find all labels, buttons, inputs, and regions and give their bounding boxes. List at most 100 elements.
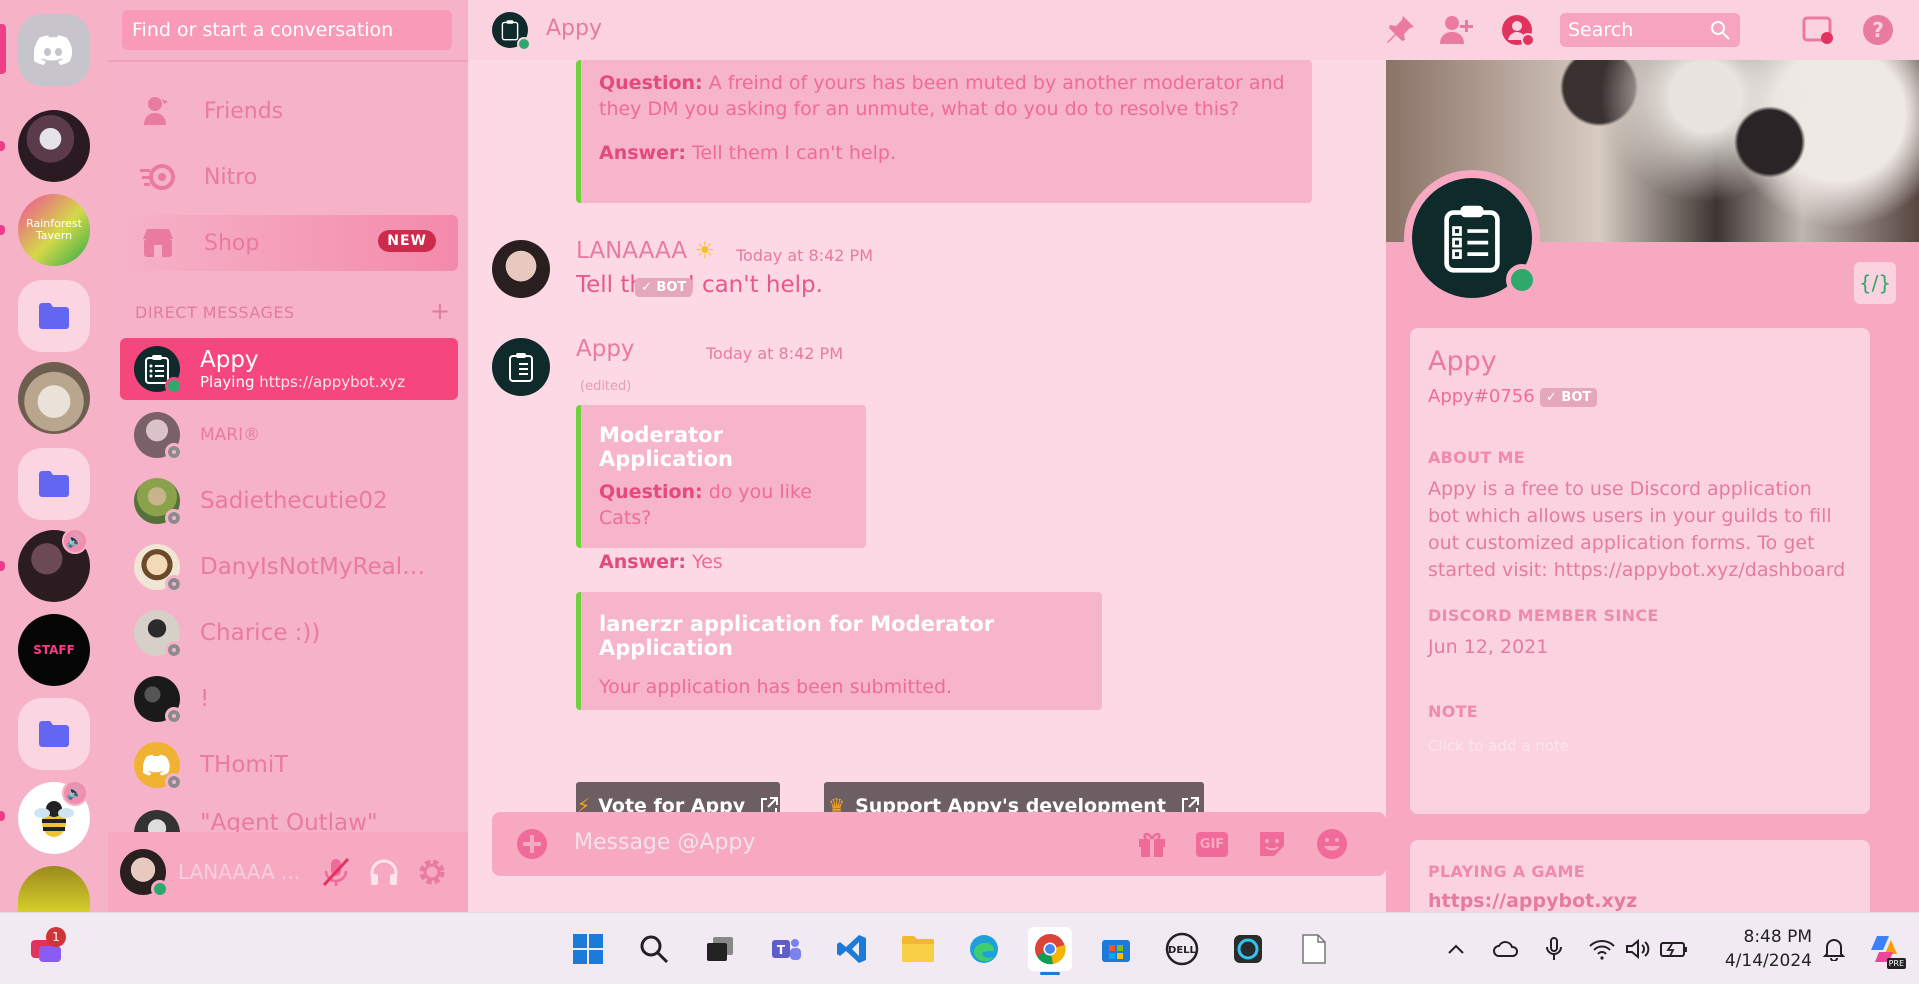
pin-icon[interactable] bbox=[1380, 10, 1420, 50]
avatar bbox=[134, 544, 183, 593]
help-icon[interactable]: ? bbox=[1858, 10, 1898, 50]
server-icon[interactable] bbox=[18, 866, 90, 912]
mute-mic-icon[interactable] bbox=[320, 856, 352, 888]
user-avatar[interactable] bbox=[120, 849, 169, 898]
clock-time: 8:48 PM bbox=[1743, 927, 1813, 947]
sticker-icon[interactable] bbox=[1254, 826, 1290, 862]
nav-label: Friends bbox=[204, 98, 284, 124]
message-input[interactable]: Message @Appy bbox=[574, 830, 755, 855]
avatar bbox=[134, 742, 183, 791]
notification-bell-icon[interactable] bbox=[1816, 927, 1852, 971]
dm-name: MARI® bbox=[200, 425, 261, 445]
message-author[interactable]: LANAAAA ☀ bbox=[576, 238, 715, 264]
settings-gear-icon[interactable] bbox=[416, 856, 448, 888]
answer-text: Yes bbox=[692, 551, 723, 573]
blank-file-icon[interactable] bbox=[1292, 927, 1336, 971]
discord-default-avatar-icon bbox=[143, 754, 170, 776]
headphones-icon[interactable] bbox=[368, 856, 400, 888]
create-dm-plus-icon[interactable]: + bbox=[430, 297, 450, 325]
vscode-icon[interactable] bbox=[830, 927, 874, 971]
bot-badge: ✓ BOT bbox=[635, 278, 693, 297]
previous-embed: Question: A freind of yours has been mut… bbox=[576, 60, 1312, 203]
shop-icon bbox=[138, 225, 178, 261]
status-offline-dot bbox=[165, 443, 183, 461]
battery-icon[interactable] bbox=[1656, 927, 1692, 971]
start-windows-icon[interactable] bbox=[566, 927, 610, 971]
server-icon[interactable] bbox=[18, 362, 90, 434]
server-folder[interactable] bbox=[18, 698, 90, 770]
file-explorer-icon[interactable] bbox=[896, 927, 940, 971]
user-profile-icon[interactable] bbox=[1498, 10, 1538, 50]
inbox-icon[interactable] bbox=[1798, 10, 1838, 50]
onedrive-cloud-icon[interactable] bbox=[1488, 927, 1524, 971]
search-icon bbox=[1711, 21, 1730, 40]
teams-icon[interactable]: T bbox=[764, 927, 808, 971]
conversation-search-input[interactable]: Find or start a conversation bbox=[122, 10, 452, 50]
profile-info-card: Appy Appy#0756 ✓ BOT ABOUT ME Appy is a … bbox=[1410, 328, 1870, 814]
avatar bbox=[134, 412, 183, 461]
server-folder[interactable] bbox=[18, 280, 90, 352]
message-avatar[interactable] bbox=[492, 338, 550, 396]
gift-icon[interactable] bbox=[1134, 826, 1170, 862]
nav-nitro[interactable]: Nitro bbox=[120, 149, 458, 205]
message-avatar[interactable] bbox=[492, 240, 550, 298]
activity-prefix: Playing bbox=[200, 373, 260, 391]
chrome-icon[interactable] bbox=[1028, 927, 1072, 975]
dm-item-exclamation[interactable]: ! bbox=[120, 668, 458, 730]
dm-item-appy[interactable]: Appy Playing https://appybot.xyz bbox=[120, 338, 458, 400]
dm-item-sadiethecutie02[interactable]: Sadiethecutie02 bbox=[120, 470, 458, 532]
search-icon[interactable] bbox=[632, 927, 676, 971]
wifi-icon[interactable] bbox=[1584, 927, 1620, 971]
edge-icon[interactable] bbox=[962, 927, 1006, 971]
developer-badge-icon[interactable]: {/} bbox=[1854, 262, 1896, 304]
alexa-icon[interactable] bbox=[1226, 927, 1270, 971]
dm-item-thomit[interactable]: THomiT bbox=[120, 734, 458, 796]
dm-name: DanyIsNotMyRealNa... bbox=[200, 554, 440, 580]
embed-text: Your application has been submitted. bbox=[599, 676, 953, 698]
server-rainforest-tavern[interactable]: Rainforest Tavern bbox=[18, 194, 90, 266]
note-input[interactable]: Click to add a note bbox=[1428, 733, 1569, 760]
dm-item-danyisnotmyrealname[interactable]: DanyIsNotMyRealNa... bbox=[120, 536, 458, 598]
author-name: LANAAAA bbox=[576, 238, 688, 264]
system-clock[interactable]: 8:48 PM 4/14/2024 bbox=[1704, 925, 1812, 973]
chevron-up-icon[interactable] bbox=[1438, 927, 1474, 971]
user-name: LANAAAA ... bbox=[178, 860, 301, 884]
nav-friends[interactable]: Friends bbox=[120, 83, 458, 139]
application-embed: Moderator Application Question: do you l… bbox=[576, 405, 866, 573]
gif-label: GIF bbox=[1195, 831, 1229, 857]
message-author[interactable]: Appy bbox=[576, 336, 635, 362]
microsoft-store-icon[interactable] bbox=[1094, 927, 1138, 971]
header-search-input[interactable]: Search bbox=[1560, 13, 1740, 47]
playing-link[interactable]: https://appybot.xyz bbox=[1428, 888, 1637, 912]
volume-icon[interactable] bbox=[1620, 927, 1656, 971]
add-attachment-icon[interactable] bbox=[514, 826, 550, 862]
server-folder[interactable] bbox=[18, 448, 90, 520]
dell-icon[interactable]: DELL bbox=[1160, 927, 1204, 971]
status-online-dot bbox=[517, 37, 531, 51]
server-icon[interactable] bbox=[18, 110, 90, 182]
clock-date: 4/14/2024 bbox=[1724, 951, 1812, 971]
dm-section-header: DIRECT MESSAGES bbox=[135, 303, 295, 322]
nav-shop[interactable]: Shop NEW bbox=[120, 215, 458, 271]
svg-text:?: ? bbox=[1872, 18, 1884, 42]
copilot-icon[interactable]: PRE bbox=[1862, 927, 1906, 971]
discord-home-button[interactable] bbox=[18, 14, 90, 86]
message-composer[interactable]: Message @Appy GIF bbox=[492, 812, 1386, 876]
playing-card: PLAYING A GAME https://appybot.xyz bbox=[1410, 840, 1870, 912]
dm-item-charice[interactable]: Charice :)) bbox=[120, 602, 458, 664]
dm-item-agent-outlaw[interactable]: "Agent Outlaw" bbox=[120, 800, 458, 832]
emoji-icon[interactable] bbox=[1314, 826, 1350, 862]
note-heading: NOTE bbox=[1428, 702, 1479, 721]
server-staff[interactable]: STAFF bbox=[18, 614, 90, 686]
task-view-icon[interactable] bbox=[698, 927, 742, 971]
teams-chat-icon[interactable]: 1 bbox=[24, 927, 68, 971]
add-friend-icon[interactable] bbox=[1436, 10, 1476, 50]
unread-pip bbox=[0, 141, 5, 151]
gif-icon[interactable]: GIF bbox=[1194, 826, 1230, 862]
embed-answer: Answer: Yes bbox=[599, 549, 848, 575]
submission-embed: lanerzr application for Moderator Applic… bbox=[576, 592, 1102, 710]
channel-title: Appy bbox=[546, 16, 602, 41]
nav-label: Nitro bbox=[204, 164, 258, 190]
dm-item-mari[interactable]: MARI® bbox=[120, 404, 458, 466]
microphone-icon[interactable] bbox=[1536, 927, 1572, 971]
